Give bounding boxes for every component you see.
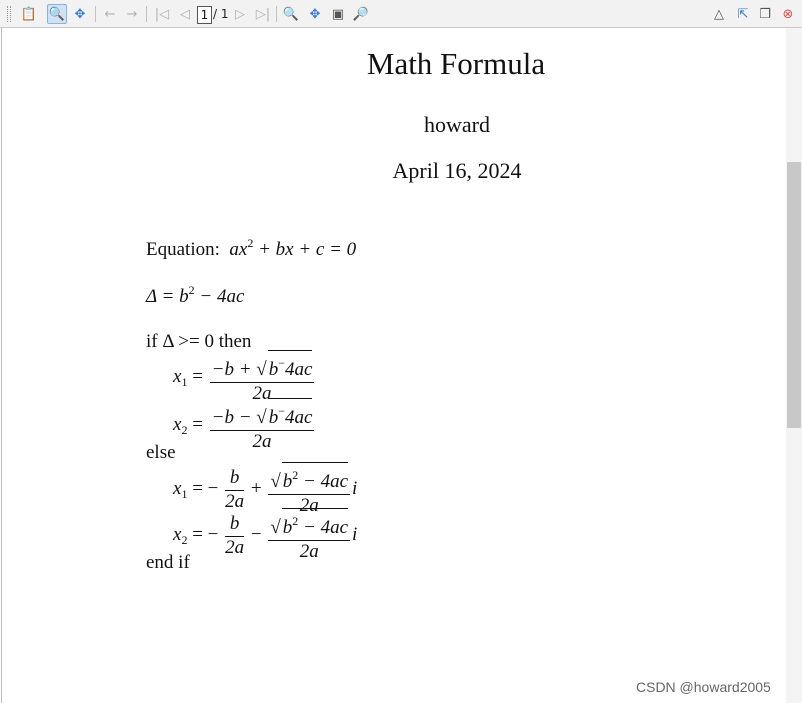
separator	[95, 6, 96, 22]
pan-icon[interactable]: ✥	[70, 4, 90, 24]
end-if-line: end if	[146, 552, 190, 573]
equation-label: Equation:	[146, 239, 220, 260]
maximize-icon[interactable]: ❐	[755, 4, 775, 24]
watermark: CSDN @howard2005	[636, 679, 771, 695]
first-page-icon[interactable]: |◁	[152, 4, 172, 24]
zoom-icon[interactable]: 🔍	[281, 4, 301, 24]
page-total: / 1	[213, 7, 229, 21]
toolbar: 📋 🔍 ✥ ← → |◁ ◁ 1 / 1 ▷ ▷| 🔍 ✥ ▣ 🔎 △ ⇱ ❐ …	[0, 0, 802, 28]
page-settings-icon[interactable]: ▣	[328, 4, 348, 24]
equation-line: Equation: ax2 + bx + c = 0	[146, 236, 356, 261]
back-arrow-icon[interactable]: ←	[100, 4, 120, 24]
forward-arrow-icon[interactable]: →	[122, 4, 142, 24]
zoom-select-icon[interactable]: 🔍	[47, 4, 67, 24]
document-title: Math Formula	[366, 46, 546, 81]
x2-complex-formula: x2 = − b 2a − √ b2 − 4ac 2a i	[173, 508, 357, 563]
fraction: −b + √ b−4ac 2a	[209, 350, 315, 405]
clipboard-icon[interactable]: 📋	[19, 4, 39, 24]
close-icon[interactable]: ⊗	[778, 4, 798, 24]
find-icon[interactable]: 🔎	[351, 4, 371, 24]
separator	[146, 6, 147, 22]
dock-icon[interactable]: ⇱	[733, 4, 753, 24]
collapse-icon[interactable]: △	[709, 4, 729, 24]
next-page-icon[interactable]: ▷	[230, 4, 250, 24]
scrollbar-thumb[interactable]	[787, 162, 801, 428]
x1-real-formula: x1 = −b + √ b−4ac 2a	[173, 350, 316, 405]
document-author: howard	[424, 112, 490, 137]
delta-definition: Δ = b2 − 4ac	[146, 283, 245, 307]
fraction: −b − √ b−4ac 2a	[209, 398, 315, 453]
separator	[276, 6, 277, 22]
else-line: else	[146, 442, 176, 463]
equation-formula: ax2 + bx + c = 0	[224, 236, 357, 260]
grip-icon	[7, 6, 11, 22]
fit-icon[interactable]: ✥	[305, 4, 325, 24]
page-number-input[interactable]: 1	[197, 6, 212, 24]
last-page-icon[interactable]: ▷|	[253, 4, 273, 24]
prev-page-icon[interactable]: ◁	[175, 4, 195, 24]
document-date: April 16, 2024	[392, 158, 522, 183]
x2-real-formula: x2 = −b − √ b−4ac 2a	[173, 398, 316, 453]
